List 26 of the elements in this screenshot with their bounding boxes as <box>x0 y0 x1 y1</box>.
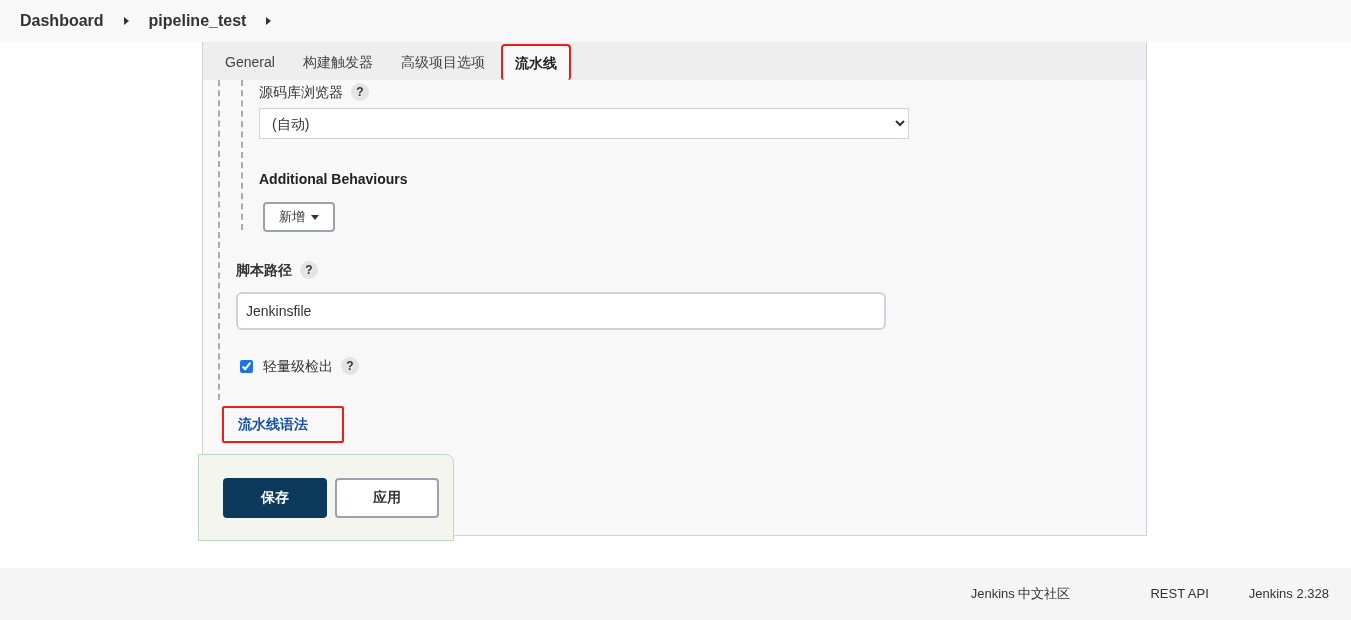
input-field[interactable]: Jenkinsfile <box>236 292 886 330</box>
tab[interactable]: 构建触发器 <box>290 44 385 80</box>
select-field[interactable]: (自动) <box>259 108 909 139</box>
checkbox-label: 轻量级检出 <box>263 356 333 376</box>
add-dropdown-button[interactable]: 新增 <box>263 202 335 232</box>
field-label: 源码库浏览器 <box>259 82 343 102</box>
breadcrumb-link[interactable]: Dashboard <box>20 9 104 33</box>
help-icon[interactable]: ? <box>341 357 359 375</box>
tab[interactable]: 高级项目选项 <box>388 44 497 80</box>
breadcrumb-link[interactable]: pipeline_test <box>148 9 247 33</box>
footer-link[interactable]: Jenkins 中文社区 <box>970 584 1071 604</box>
help-icon[interactable]: ? <box>300 261 318 279</box>
tab[interactable]: 流水线 <box>500 44 571 80</box>
field-label: 脚本路径 <box>236 260 292 280</box>
caret-icon <box>311 214 319 220</box>
caret-icon[interactable] <box>123 17 129 25</box>
footer-link[interactable]: REST API <box>1150 584 1209 604</box>
syntax-link[interactable]: 流水线语法 <box>222 406 344 443</box>
save-button[interactable]: 保存 <box>223 477 327 518</box>
caret-icon[interactable] <box>266 17 272 25</box>
tab[interactable]: General <box>213 44 287 80</box>
help-icon[interactable]: ? <box>351 83 369 101</box>
apply-button[interactable]: 应用 <box>335 477 439 518</box>
footer-link[interactable]: Jenkins 2.328 <box>1248 584 1329 604</box>
section-title: Additional Behaviours <box>259 170 409 189</box>
checkbox[interactable] <box>240 359 253 373</box>
